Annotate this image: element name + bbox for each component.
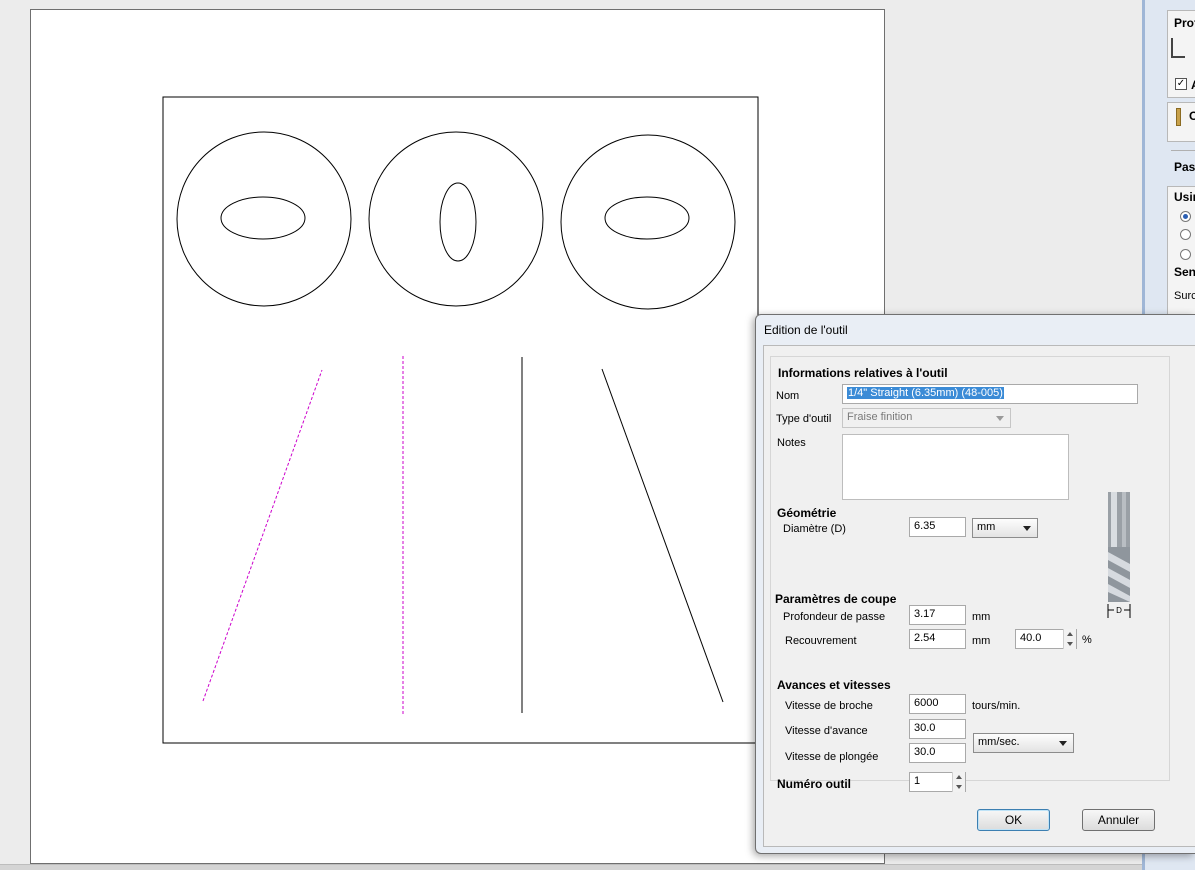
pass-depth-unit: mm <box>972 611 991 623</box>
stepover-percent-spinner[interactable] <box>1063 629 1076 649</box>
tool-number-input[interactable]: 1 <box>909 772 966 792</box>
stepover-label: Recouvrement <box>785 635 857 647</box>
section-geometry: Géométrie <box>777 506 837 520</box>
name-value: 1/4" Straight (6.35mm) (48-005) <box>847 387 1004 399</box>
feed-input[interactable]: 30.0 <box>909 719 966 739</box>
plunge-label: Vitesse de plongée <box>785 751 879 763</box>
circle-3[interactable] <box>560 134 736 310</box>
spindle-unit: tours/min. <box>972 700 1021 712</box>
check-a-checkbox[interactable]: ✓ <box>1175 78 1187 90</box>
profile-icon[interactable] <box>1171 38 1185 58</box>
separator <box>1171 150 1195 151</box>
notes-textarea[interactable] <box>842 434 1069 500</box>
ellipse-2[interactable] <box>439 182 477 262</box>
spindle-label: Vitesse de broche <box>785 700 873 712</box>
machining-radio-1[interactable] <box>1180 211 1191 222</box>
tool-type-label: Type d'outil <box>776 413 832 425</box>
dialog-title: Edition de l'outil <box>764 323 848 337</box>
ellipse-1[interactable] <box>220 196 306 240</box>
cancel-button[interactable]: Annuler <box>1082 809 1155 831</box>
stepover-input[interactable]: 2.54 <box>909 629 966 649</box>
name-input[interactable]: 1/4" Straight (6.35mm) (48-005) <box>842 384 1138 404</box>
check-a-label: A <box>1191 78 1195 92</box>
section-cutting: Paramètres de coupe <box>775 592 897 606</box>
pass-depth-label: Profondeur de passe <box>783 611 886 623</box>
passes-label: Pass <box>1174 160 1195 174</box>
tool-number-spinner[interactable] <box>952 772 965 792</box>
percent-symbol: % <box>1082 634 1092 646</box>
dialog-body: Informations relatives à l'outil Nom 1/4… <box>763 345 1195 847</box>
section-tool-info: Informations relatives à l'outil <box>778 366 948 380</box>
tool-edit-dialog: Edition de l'outil Informations relative… <box>755 314 1195 854</box>
tool-type-value: Fraise finition <box>847 411 913 423</box>
tool-type-select[interactable]: Fraise finition <box>842 408 1011 428</box>
stepover-percent-input[interactable]: 40.0 <box>1015 629 1077 649</box>
status-strip <box>0 864 1142 870</box>
end-mill-diagram: D <box>1107 492 1131 618</box>
stepover-unit: mm <box>972 635 991 647</box>
machining-radio-2[interactable] <box>1180 229 1191 240</box>
circle-2[interactable] <box>368 131 544 307</box>
line-4[interactable] <box>601 368 724 703</box>
design-boundary[interactable] <box>162 96 759 744</box>
direction-label: Sens <box>1174 265 1195 279</box>
profile-label: Profi <box>1174 16 1195 30</box>
name-label: Nom <box>776 390 800 402</box>
diameter-unit-value: mm <box>977 521 996 533</box>
machining-radio-3[interactable] <box>1180 249 1191 260</box>
offset-label: Surco <box>1174 290 1195 302</box>
notes-label: Notes <box>777 437 806 449</box>
stepover-percent-value: 40.0 <box>1020 632 1042 644</box>
diameter-diagram-label: D <box>1116 606 1122 615</box>
pass-depth-input[interactable]: 3.17 <box>909 605 966 625</box>
tool-icon <box>1176 108 1181 126</box>
tool-number-value: 1 <box>914 775 921 787</box>
section-feeds: Avances et vitesses <box>777 678 891 692</box>
spindle-input[interactable]: 6000 <box>909 694 966 714</box>
circle-1[interactable] <box>176 131 352 307</box>
rate-unit-select[interactable]: mm/sec. <box>973 733 1074 753</box>
diameter-label: Diamètre (D) <box>783 523 846 535</box>
machining-label: Usin <box>1174 190 1195 204</box>
tool-label: O <box>1189 109 1195 123</box>
diameter-input[interactable]: 6.35 <box>909 517 966 537</box>
tool-number-label: Numéro outil <box>777 777 851 791</box>
feed-label: Vitesse d'avance <box>785 725 868 737</box>
ellipse-3[interactable] <box>604 196 690 240</box>
rate-unit-value: mm/sec. <box>978 736 1020 748</box>
diameter-unit-select[interactable]: mm <box>972 518 1038 538</box>
selected-line-1[interactable] <box>202 369 323 702</box>
ok-button[interactable]: OK <box>977 809 1050 831</box>
plunge-input[interactable]: 30.0 <box>909 743 966 763</box>
